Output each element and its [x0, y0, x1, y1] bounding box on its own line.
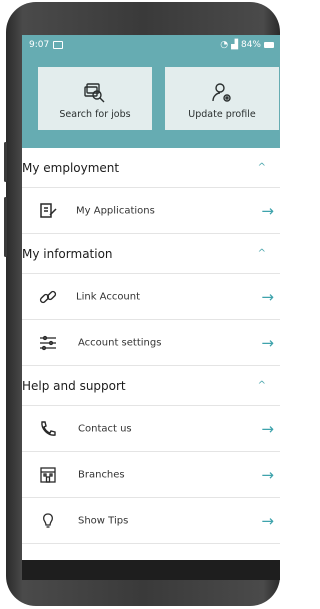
section-title: Help and support: [22, 378, 126, 393]
signal-icon: ▟: [231, 40, 238, 50]
image-notification-icon: [53, 41, 63, 49]
menu-item-label: Account settings: [78, 337, 162, 348]
menu-item-label: Show Tips: [78, 515, 129, 526]
menu-item-my-applications[interactable]: My Applications →: [22, 188, 280, 234]
section-title: My information: [22, 246, 113, 261]
arrow-right-icon: →: [261, 465, 274, 484]
menu-list: My employment ^ My Applications → My inf…: [22, 148, 280, 544]
update-profile-tile[interactable]: Update profile: [165, 67, 279, 130]
menu-item-label: Link Account: [76, 291, 141, 302]
menu-item-show-tips[interactable]: Show Tips →: [22, 498, 280, 544]
menu-item-label: Branches: [78, 469, 125, 480]
status-time: 9:07: [29, 40, 50, 50]
section-help-and-support[interactable]: Help and support ^: [22, 366, 280, 406]
power-button: [4, 197, 7, 257]
lightbulb-icon: [43, 512, 53, 528]
arrow-right-icon: →: [261, 333, 274, 352]
menu-item-label: Contact us: [78, 423, 132, 434]
battery-percent: 84%: [240, 40, 261, 50]
user-settings-icon: [212, 83, 231, 102]
menu-item-contact-us[interactable]: Contact us →: [22, 406, 280, 452]
app-screen: 9:07 ◔ ▟ 84% Search for jobs Update prof…: [22, 35, 280, 577]
section-title: My employment: [22, 160, 120, 175]
search-jobs-tile[interactable]: Search for jobs: [38, 67, 152, 130]
volume-button: [4, 142, 7, 182]
building-icon: [40, 466, 56, 483]
status-icons: ◔ ▟ 84%: [220, 40, 274, 50]
battery-icon: [264, 42, 274, 48]
link-icon: [39, 290, 57, 303]
update-profile-label: Update profile: [188, 109, 256, 120]
search-jobs-label: Search for jobs: [59, 109, 131, 120]
search-jobs-icon: [84, 83, 105, 103]
arrow-right-icon: →: [261, 201, 274, 220]
chevron-up-icon: ^: [257, 380, 266, 391]
arrow-right-icon: →: [261, 419, 274, 438]
chevron-up-icon: ^: [257, 162, 266, 173]
menu-item-account-settings[interactable]: Account settings →: [22, 320, 280, 366]
navigation-bar: [22, 560, 280, 580]
wifi-icon: ◔: [220, 40, 229, 50]
status-bar: 9:07 ◔ ▟ 84%: [22, 35, 280, 55]
section-my-employment[interactable]: My employment ^: [22, 148, 280, 188]
header: 9:07 ◔ ▟ 84% Search for jobs Update prof…: [22, 35, 280, 148]
chevron-up-icon: ^: [257, 248, 266, 259]
section-my-information[interactable]: My information ^: [22, 234, 280, 274]
arrow-right-icon: →: [261, 287, 274, 306]
menu-item-branches[interactable]: Branches →: [22, 452, 280, 498]
document-pen-icon: [40, 202, 57, 218]
menu-item-label: My Applications: [76, 205, 155, 216]
sliders-icon: [40, 335, 56, 350]
arrow-right-icon: →: [261, 511, 274, 530]
menu-item-link-account[interactable]: Link Account →: [22, 274, 280, 320]
phone-icon: [41, 420, 56, 436]
